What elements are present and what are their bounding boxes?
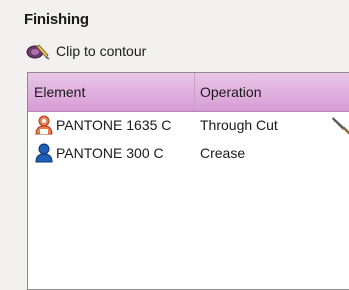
clip-contour-icon (24, 40, 52, 62)
element-name: PANTONE 1635 C (56, 117, 172, 133)
clip-to-contour-label: Clip to contour (56, 43, 147, 59)
operation-value: Crease (200, 145, 246, 161)
column-header-element[interactable]: Element (34, 73, 194, 111)
operation-value: Through Cut (200, 117, 278, 133)
column-divider[interactable] (194, 73, 195, 111)
finishing-table: Element Operation PANTONE 1635 C Through… (27, 72, 349, 290)
knife-icon[interactable] (330, 115, 349, 135)
element-name: PANTONE 300 C (56, 145, 164, 161)
clip-to-contour-button[interactable]: Clip to contour (24, 40, 146, 62)
person-icon (32, 143, 56, 163)
table-header: Element Operation (28, 73, 349, 112)
section-title: Finishing (24, 11, 89, 28)
table-row[interactable]: PANTONE 300 C Crease (28, 139, 349, 167)
table-row[interactable]: PANTONE 1635 C Through Cut (28, 111, 349, 139)
column-header-operation[interactable]: Operation (200, 73, 261, 111)
person-icon (32, 115, 56, 135)
